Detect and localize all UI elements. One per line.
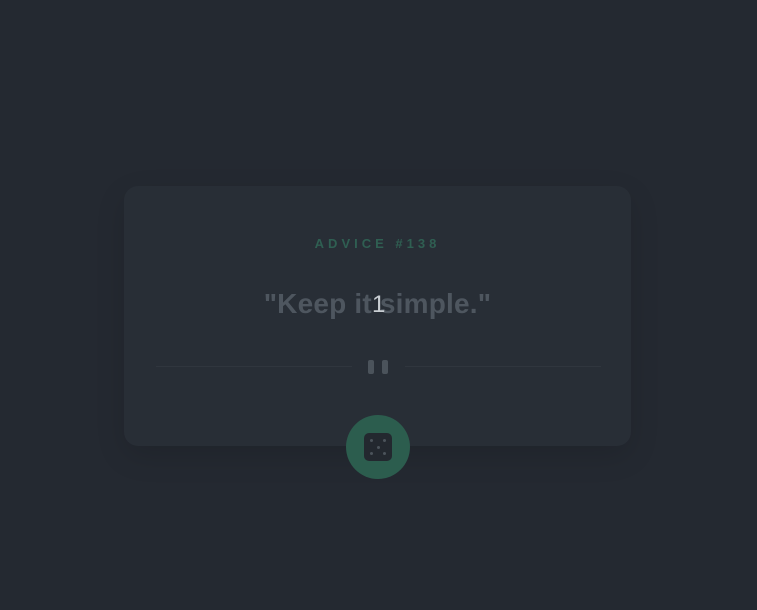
divider-line-left — [156, 366, 352, 367]
pause-icon — [368, 360, 388, 374]
pause-bar-left — [368, 360, 374, 374]
advice-number-label: ADVICE #138 — [314, 236, 441, 251]
overlay-number: 1 — [372, 291, 386, 318]
divider-line-right — [405, 366, 601, 367]
advice-app: ADVICE #138 "Keep it simple." 1 — [0, 0, 757, 610]
dice-icon — [364, 433, 392, 461]
generate-advice-button[interactable] — [346, 415, 410, 479]
pause-bar-right — [382, 360, 388, 374]
